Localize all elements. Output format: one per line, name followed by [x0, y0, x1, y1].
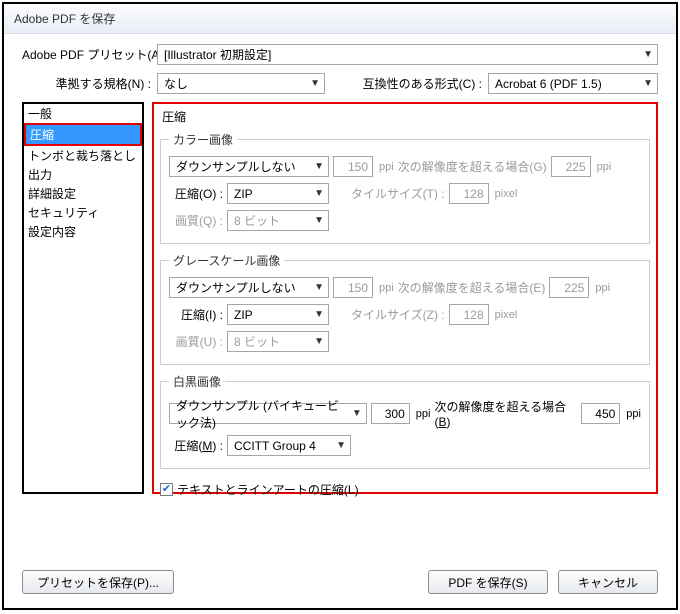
- color-downsample-value: ダウンサンプルしない: [176, 158, 296, 175]
- panel-title: 圧縮: [162, 108, 650, 125]
- chevron-down-icon: ▼: [310, 282, 324, 293]
- gray-downsample-value: ダウンサンプルしない: [176, 279, 296, 296]
- color-compress-combo[interactable]: ZIP ▼: [227, 183, 329, 204]
- ppi-unit: ppi: [624, 408, 641, 420]
- gray-tile-label: タイルサイズ(Z) :: [351, 306, 445, 323]
- mono-downsample-combo[interactable]: ダウンサンプル (バイキュービック法) ▼: [169, 403, 367, 424]
- sidebar-item-compression-wrap: 圧縮: [24, 123, 142, 146]
- gray-downsample-combo[interactable]: ダウンサンプルしない ▼: [169, 277, 329, 298]
- preset-label: Adobe PDF プリセット(A) :: [22, 46, 157, 63]
- gray-ppi2[interactable]: 225: [549, 277, 589, 298]
- mono-compress-label: 圧縮(M) :: [169, 437, 223, 454]
- sidebar-item-summary[interactable]: 設定内容: [24, 222, 142, 241]
- mono-ppi2[interactable]: 450: [581, 403, 620, 424]
- compression-panel: 圧縮 カラー画像 ダウンサンプルしない ▼ 150 ppi 次の解像度を超える場…: [152, 102, 658, 494]
- compat-label: 互換性のある形式(C) :: [363, 75, 488, 92]
- color-ppi2[interactable]: 225: [551, 156, 591, 177]
- color-ppi1[interactable]: 150: [333, 156, 373, 177]
- chevron-down-icon: ▼: [348, 408, 362, 419]
- gray-compress-label: 圧縮(I) :: [169, 306, 223, 323]
- mono-compress-combo[interactable]: CCITT Group 4 ▼: [227, 435, 351, 456]
- footer: プリセットを保存(P)... PDF を保存(S) キャンセル: [22, 570, 658, 594]
- sidebar-item-marks[interactable]: トンボと裁ち落とし: [24, 146, 142, 165]
- ppi-unit: ppi: [377, 161, 394, 173]
- dialog-body: Adobe PDF プリセット(A) : [Illustrator 初期設定] …: [4, 34, 676, 502]
- mono-images-group: 白黒画像 ダウンサンプル (バイキュービック法) ▼ 300 ppi 次の解像度…: [160, 373, 650, 469]
- sidebar-item-security[interactable]: セキュリティ: [24, 203, 142, 222]
- mono-ppi1[interactable]: 300: [371, 403, 410, 424]
- gray-compress-combo[interactable]: ZIP ▼: [227, 304, 329, 325]
- checkbox-icon: ✔: [160, 483, 173, 496]
- mono-over-label: 次の解像度を超える場合(B): [434, 398, 577, 429]
- sidebar[interactable]: 一般 圧縮 トンボと裁ち落とし 出力 詳細設定 セキュリティ 設定内容: [22, 102, 144, 494]
- preset-value: [Illustrator 初期設定]: [164, 46, 271, 63]
- standard-combo[interactable]: なし ▼: [157, 73, 325, 94]
- chevron-down-icon: ▼: [639, 78, 653, 89]
- save-pdf-button[interactable]: PDF を保存(S): [428, 570, 548, 594]
- compat-value: Acrobat 6 (PDF 1.5): [495, 77, 602, 91]
- gray-legend: グレースケール画像: [169, 252, 284, 269]
- color-tile-label: タイルサイズ(T) :: [351, 185, 445, 202]
- save-preset-button[interactable]: プリセットを保存(P)...: [22, 570, 174, 594]
- chevron-down-icon: ▼: [310, 309, 324, 320]
- chevron-down-icon: ▼: [310, 161, 324, 172]
- titlebar: Adobe PDF を保存: [4, 4, 676, 34]
- ppi-unit: ppi: [593, 282, 610, 294]
- gray-over-label: 次の解像度を超える場合(E): [398, 279, 546, 296]
- gray-quality-combo[interactable]: 8 ビット ▼: [227, 331, 329, 352]
- sidebar-item-output[interactable]: 出力: [24, 165, 142, 184]
- ppi-unit: ppi: [377, 282, 394, 294]
- gray-quality-label: 画質(U) :: [169, 333, 223, 350]
- gray-compress-value: ZIP: [234, 308, 253, 322]
- cancel-button[interactable]: キャンセル: [558, 570, 658, 594]
- sidebar-item-compression[interactable]: 圧縮: [26, 125, 140, 144]
- mono-downsample-value: ダウンサンプル (バイキュービック法): [176, 397, 348, 431]
- gray-ppi1[interactable]: 150: [333, 277, 373, 298]
- chevron-down-icon: ▼: [310, 215, 324, 226]
- chevron-down-icon: ▼: [639, 49, 653, 60]
- color-quality-label: 画質(Q) :: [169, 212, 223, 229]
- dialog-window: Adobe PDF を保存 Adobe PDF プリセット(A) : [Illu…: [2, 2, 678, 610]
- color-legend: カラー画像: [169, 131, 237, 148]
- chevron-down-icon: ▼: [332, 440, 346, 451]
- color-images-group: カラー画像 ダウンサンプルしない ▼ 150 ppi 次の解像度を超える場合(G…: [160, 131, 650, 244]
- pixel-unit: pixel: [493, 309, 518, 321]
- ppi-unit: ppi: [595, 161, 612, 173]
- standard-label: 準拠する規格(N) :: [22, 75, 157, 92]
- sidebar-item-advanced[interactable]: 詳細設定: [24, 184, 142, 203]
- mono-legend: 白黒画像: [169, 373, 225, 390]
- standard-compat-row: 準拠する規格(N) : なし ▼ 互換性のある形式(C) : Acrobat 6…: [22, 73, 658, 94]
- pixel-unit: pixel: [493, 188, 518, 200]
- compat-combo[interactable]: Acrobat 6 (PDF 1.5) ▼: [488, 73, 658, 94]
- color-over-label: 次の解像度を超える場合(G): [398, 158, 547, 175]
- text-lineart-label: テキストとラインアートの圧縮(L): [177, 481, 359, 498]
- color-compress-label: 圧縮(O) :: [169, 185, 223, 202]
- color-compress-value: ZIP: [234, 187, 253, 201]
- color-quality-combo[interactable]: 8 ビット ▼: [227, 210, 329, 231]
- standard-value: なし: [164, 75, 188, 92]
- ppi-unit: ppi: [414, 408, 431, 420]
- mono-compress-value: CCITT Group 4: [234, 439, 316, 453]
- chevron-down-icon: ▼: [310, 188, 324, 199]
- gray-quality-value: 8 ビット: [234, 333, 280, 350]
- preset-combo[interactable]: [Illustrator 初期設定] ▼: [157, 44, 658, 65]
- preset-row: Adobe PDF プリセット(A) : [Illustrator 初期設定] …: [22, 44, 658, 65]
- color-tile-value[interactable]: 128: [449, 183, 489, 204]
- text-lineart-checkbox[interactable]: ✔ テキストとラインアートの圧縮(L): [160, 481, 359, 498]
- color-downsample-combo[interactable]: ダウンサンプルしない ▼: [169, 156, 329, 177]
- chevron-down-icon: ▼: [306, 78, 320, 89]
- window-title: Adobe PDF を保存: [14, 12, 115, 26]
- gray-images-group: グレースケール画像 ダウンサンプルしない ▼ 150 ppi 次の解像度を超える…: [160, 252, 650, 365]
- gray-tile-value[interactable]: 128: [449, 304, 489, 325]
- chevron-down-icon: ▼: [310, 336, 324, 347]
- color-quality-value: 8 ビット: [234, 212, 280, 229]
- sidebar-item-general[interactable]: 一般: [24, 104, 142, 123]
- main-area: 一般 圧縮 トンボと裁ち落とし 出力 詳細設定 セキュリティ 設定内容 圧縮 カ…: [22, 102, 658, 494]
